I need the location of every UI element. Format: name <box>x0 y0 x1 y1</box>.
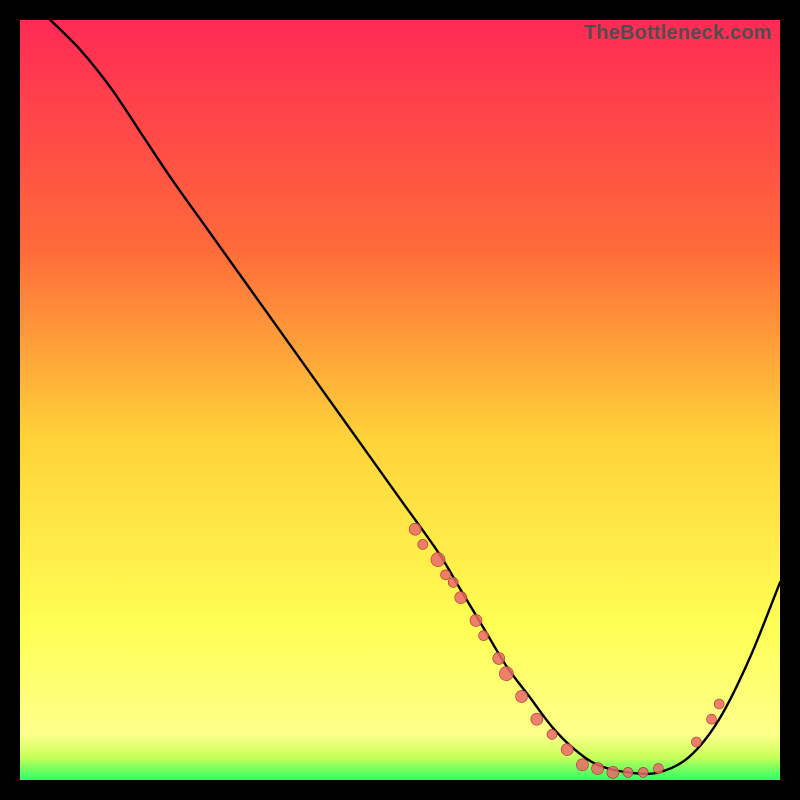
data-marker <box>607 766 619 778</box>
data-marker <box>592 763 604 775</box>
data-marker <box>561 744 573 756</box>
watermark-label: TheBottleneck.com <box>584 22 772 45</box>
data-marker <box>714 699 724 709</box>
data-marker <box>623 767 633 777</box>
data-marker <box>418 539 428 549</box>
data-marker <box>441 570 451 580</box>
data-marker <box>638 767 648 777</box>
data-marker <box>409 523 421 535</box>
data-marker <box>493 652 505 664</box>
data-marker <box>547 729 557 739</box>
data-marker <box>531 713 543 725</box>
data-marker <box>431 553 445 567</box>
data-marker <box>516 690 528 702</box>
chart-frame: TheBottleneck.com <box>20 20 780 780</box>
data-marker <box>448 577 458 587</box>
bottleneck-chart <box>20 20 780 780</box>
data-marker <box>499 667 513 681</box>
data-marker <box>455 592 467 604</box>
data-marker <box>479 631 489 641</box>
gradient-background <box>20 20 780 780</box>
data-marker <box>470 614 482 626</box>
data-marker <box>691 737 701 747</box>
data-marker <box>653 764 663 774</box>
data-marker <box>576 759 588 771</box>
data-marker <box>707 714 717 724</box>
